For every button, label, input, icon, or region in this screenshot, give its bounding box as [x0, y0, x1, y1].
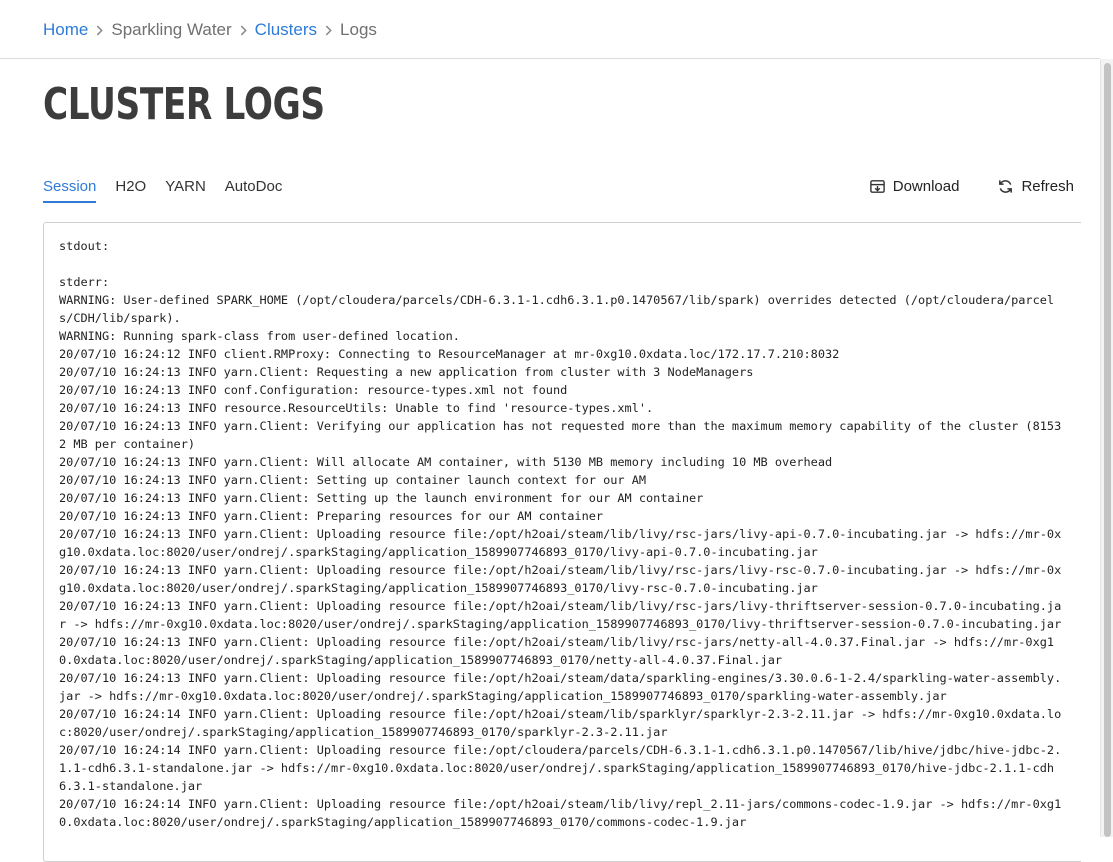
log-text: stdout: stderr: WARNING: User-defined SP…: [59, 239, 1062, 829]
download-icon: [869, 180, 885, 193]
tab-session[interactable]: Session: [43, 178, 97, 203]
breadcrumb-sparkling-water: Sparkling Water: [111, 20, 232, 39]
download-label: Download: [892, 178, 960, 195]
refresh-label: Refresh: [1021, 178, 1074, 195]
breadcrumb-clusters-link[interactable]: Clusters: [255, 20, 317, 40]
chevron-right-icon: [323, 25, 334, 36]
tab-autodoc[interactable]: AutoDoc: [225, 178, 283, 203]
log-viewer[interactable]: stdout: stderr: WARNING: User-defined SP…: [43, 222, 1081, 862]
log-actions: Download Refresh: [869, 178, 1074, 195]
page-scrollbar[interactable]: [1100, 59, 1113, 837]
header-divider: [0, 58, 1100, 59]
breadcrumb-home-link[interactable]: Home: [43, 20, 88, 40]
tab-h2o[interactable]: H2O: [115, 178, 146, 203]
page-title: CLUSTER LOGS: [43, 79, 325, 130]
breadcrumb-logs: Logs: [340, 20, 377, 39]
chevron-right-icon: [94, 25, 105, 36]
scrollbar-thumb[interactable]: [1104, 63, 1111, 837]
chevron-right-icon: [238, 25, 249, 36]
download-button[interactable]: Download: [869, 178, 960, 195]
refresh-button[interactable]: Refresh: [997, 178, 1074, 195]
breadcrumb: Home Sparkling Water Clusters Logs: [43, 18, 377, 42]
refresh-icon: [999, 180, 1013, 193]
log-tabs: Session H2O YARN AutoDoc: [43, 178, 301, 203]
tab-yarn[interactable]: YARN: [165, 178, 206, 203]
